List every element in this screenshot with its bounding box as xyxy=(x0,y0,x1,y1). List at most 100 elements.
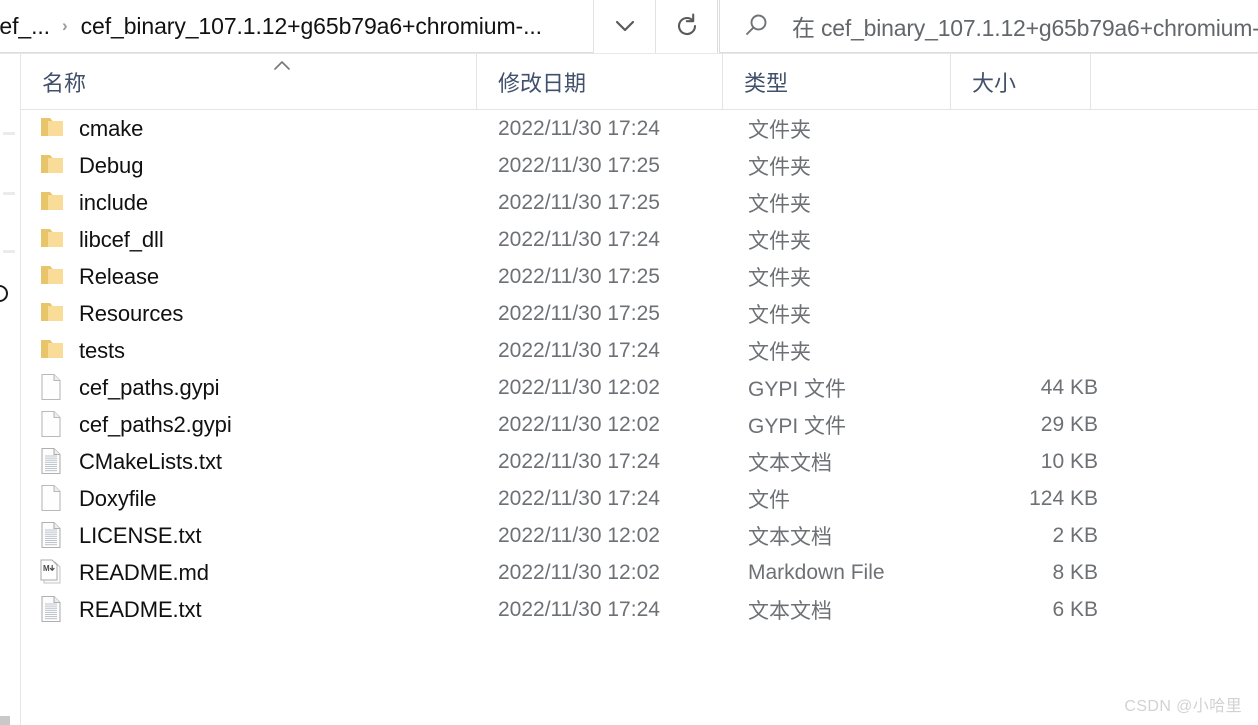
table-row[interactable]: cef_paths2.gypi 2022/11/30 12:02 GYPI 文件 29… xyxy=(21,406,1258,443)
file-size-cell: 44 KB xyxy=(1040,375,1098,399)
folder-icon xyxy=(39,262,65,292)
blank-file-icon xyxy=(41,484,61,511)
text-file-icon xyxy=(41,447,61,474)
file-date-cell: 2022/11/30 17:24 xyxy=(498,227,660,251)
folder-icon xyxy=(41,265,63,284)
folder-icon xyxy=(41,339,63,358)
refresh-button[interactable] xyxy=(655,0,717,53)
file-type-cell: 文件夹 xyxy=(748,303,811,327)
file-type-cell: 文本文档 xyxy=(748,525,832,549)
blank-file-icon xyxy=(41,410,61,437)
column-header-date[interactable]: 修改日期 xyxy=(476,54,722,110)
text-file-icon xyxy=(39,595,65,625)
search-input[interactable]: 在 cef_binary_107.1.12+g65b79a6+chromium- xyxy=(792,9,1258,43)
file-name-cell[interactable]: tests xyxy=(21,336,125,366)
file-name-cell[interactable]: Doxyfile xyxy=(21,484,157,514)
file-name-cell[interactable]: cmake xyxy=(21,114,143,144)
table-row[interactable]: CMakeLists.txt 2022/11/30 17:24 文本文档 10 KB xyxy=(21,443,1258,480)
column-header-spacer xyxy=(1090,54,1258,110)
file-name-label: libcef_dll xyxy=(79,226,164,252)
file-name-cell[interactable]: LICENSE.txt xyxy=(21,521,201,551)
file-size-cell: 6 KB xyxy=(1052,597,1098,621)
folder-icon xyxy=(39,151,65,181)
table-row[interactable]: libcef_dll 2022/11/30 17:24 文件夹 xyxy=(21,221,1258,258)
breadcrumb-separator-icon: › xyxy=(61,16,68,35)
table-row[interactable]: Resources 2022/11/30 17:25 文件夹 xyxy=(21,295,1258,332)
search-icon xyxy=(746,14,767,35)
folder-icon xyxy=(39,336,65,366)
column-header-size[interactable]: 大小 xyxy=(950,54,1090,110)
file-name-cell[interactable]: CMakeLists.txt xyxy=(21,447,222,477)
blank-file-icon xyxy=(39,410,65,440)
file-type-cell: 文件夹 xyxy=(748,155,811,179)
file-name-label: cmake xyxy=(79,115,144,141)
table-row[interactable]: README.txt 2022/11/30 17:24 文本文档 6 KB xyxy=(21,591,1258,628)
file-list[interactable]: cmake 2022/11/30 17:24 文件夹 Debug 2022/11/30 … xyxy=(21,110,1258,725)
file-name-label: Resources xyxy=(79,300,184,326)
file-name-label: cef_paths.gypi xyxy=(79,374,220,400)
nav-ghost-item xyxy=(3,132,15,135)
breadcrumb-item-truncated[interactable]: cef_... xyxy=(0,11,54,42)
file-name-cell[interactable]: include xyxy=(21,188,148,218)
table-row[interactable]: cmake 2022/11/30 17:24 文件夹 xyxy=(21,110,1258,147)
table-row[interactable]: tests 2022/11/30 17:24 文件夹 xyxy=(21,332,1258,369)
file-date-cell: 2022/11/30 17:25 xyxy=(498,301,660,325)
file-date-cell: 2022/11/30 12:02 xyxy=(498,375,660,399)
file-date-cell: 2022/11/30 17:24 xyxy=(498,486,660,510)
explorer-toolbar: cef_... › cef_binary_107.1.12+g65b79a6+c… xyxy=(0,0,1258,54)
file-type-cell: 文本文档 xyxy=(748,599,832,623)
file-name-cell[interactable]: cef_paths.gypi xyxy=(21,373,220,403)
file-date-cell: 2022/11/30 17:24 xyxy=(498,116,660,140)
file-size-cell: 2 KB xyxy=(1052,523,1098,547)
file-type-cell: 文件 xyxy=(748,488,790,512)
file-date-cell: 2022/11/30 12:02 xyxy=(498,560,660,584)
breadcrumb-item-current[interactable]: cef_binary_107.1.12+g65b79a6+chromium-..… xyxy=(77,11,546,42)
table-row[interactable]: M README.md 2022/11/30 12:02 Markdown File 8… xyxy=(21,554,1258,591)
markdown-file-icon: M xyxy=(40,559,61,583)
table-row[interactable]: Release 2022/11/30 17:25 文件夹 xyxy=(21,258,1258,295)
file-type-cell: 文件夹 xyxy=(748,340,811,364)
folder-icon xyxy=(41,117,63,136)
nav-ghost-item xyxy=(3,192,15,195)
table-row[interactable]: Doxyfile 2022/11/30 17:24 文件 124 KB xyxy=(21,480,1258,517)
file-name-label: include xyxy=(79,189,149,215)
breadcrumb[interactable]: cef_... › cef_binary_107.1.12+g65b79a6+c… xyxy=(0,0,593,52)
address-history-dropdown-button[interactable] xyxy=(593,0,655,53)
column-header-name[interactable]: 名称 xyxy=(21,54,476,110)
file-name-cell[interactable]: cef_paths2.gypi xyxy=(21,410,232,440)
file-name-cell[interactable]: libcef_dll xyxy=(21,225,164,255)
file-size-cell: 8 KB xyxy=(1052,560,1098,584)
column-header-type[interactable]: 类型 xyxy=(722,54,950,110)
file-date-cell: 2022/11/30 12:02 xyxy=(498,523,660,547)
column-header-date-label: 修改日期 xyxy=(498,71,587,96)
address-bar[interactable]: cef_... › cef_binary_107.1.12+g65b79a6+c… xyxy=(0,0,718,53)
folder-icon xyxy=(41,154,63,173)
file-date-cell: 2022/11/30 17:24 xyxy=(498,449,660,473)
table-row[interactable]: Debug 2022/11/30 17:25 文件夹 xyxy=(21,147,1258,184)
nav-ghost-marker xyxy=(0,716,10,725)
file-type-cell: Markdown File xyxy=(748,560,885,584)
column-header-row: 名称 修改日期 类型 大小 xyxy=(21,54,1258,110)
file-name-cell[interactable]: M README.md xyxy=(21,558,209,588)
column-header-name-label: 名称 xyxy=(42,71,87,96)
file-explorer-window: cef_... › cef_binary_107.1.12+g65b79a6+c… xyxy=(0,0,1258,725)
folder-icon xyxy=(39,299,65,329)
file-name-cell[interactable]: README.txt xyxy=(21,595,202,625)
file-size-cell: 10 KB xyxy=(1040,449,1098,473)
file-name-label: Release xyxy=(79,263,160,289)
file-name-cell[interactable]: Debug xyxy=(21,151,143,181)
search-box[interactable]: 在 cef_binary_107.1.12+g65b79a6+chromium- xyxy=(719,0,1258,53)
table-row[interactable]: LICENSE.txt 2022/11/30 12:02 文本文档 2 KB xyxy=(21,517,1258,554)
markdown-file-icon: M xyxy=(39,558,65,588)
file-name-label: LICENSE.txt xyxy=(79,522,202,548)
file-name-cell[interactable]: Resources xyxy=(21,299,183,329)
file-name-cell[interactable]: Release xyxy=(21,262,159,292)
file-size-cell: 124 KB xyxy=(1029,486,1098,510)
table-row[interactable]: cef_paths.gypi 2022/11/30 12:02 GYPI 文件 44 … xyxy=(21,369,1258,406)
file-name-label: cef_paths2.gypi xyxy=(79,411,232,437)
blank-file-icon xyxy=(41,373,61,400)
table-row[interactable]: include 2022/11/30 17:25 文件夹 xyxy=(21,184,1258,221)
navigation-pane-clipped[interactable] xyxy=(0,54,21,725)
file-type-cell: 文件夹 xyxy=(748,192,811,216)
file-type-cell: GYPI 文件 xyxy=(748,414,847,438)
